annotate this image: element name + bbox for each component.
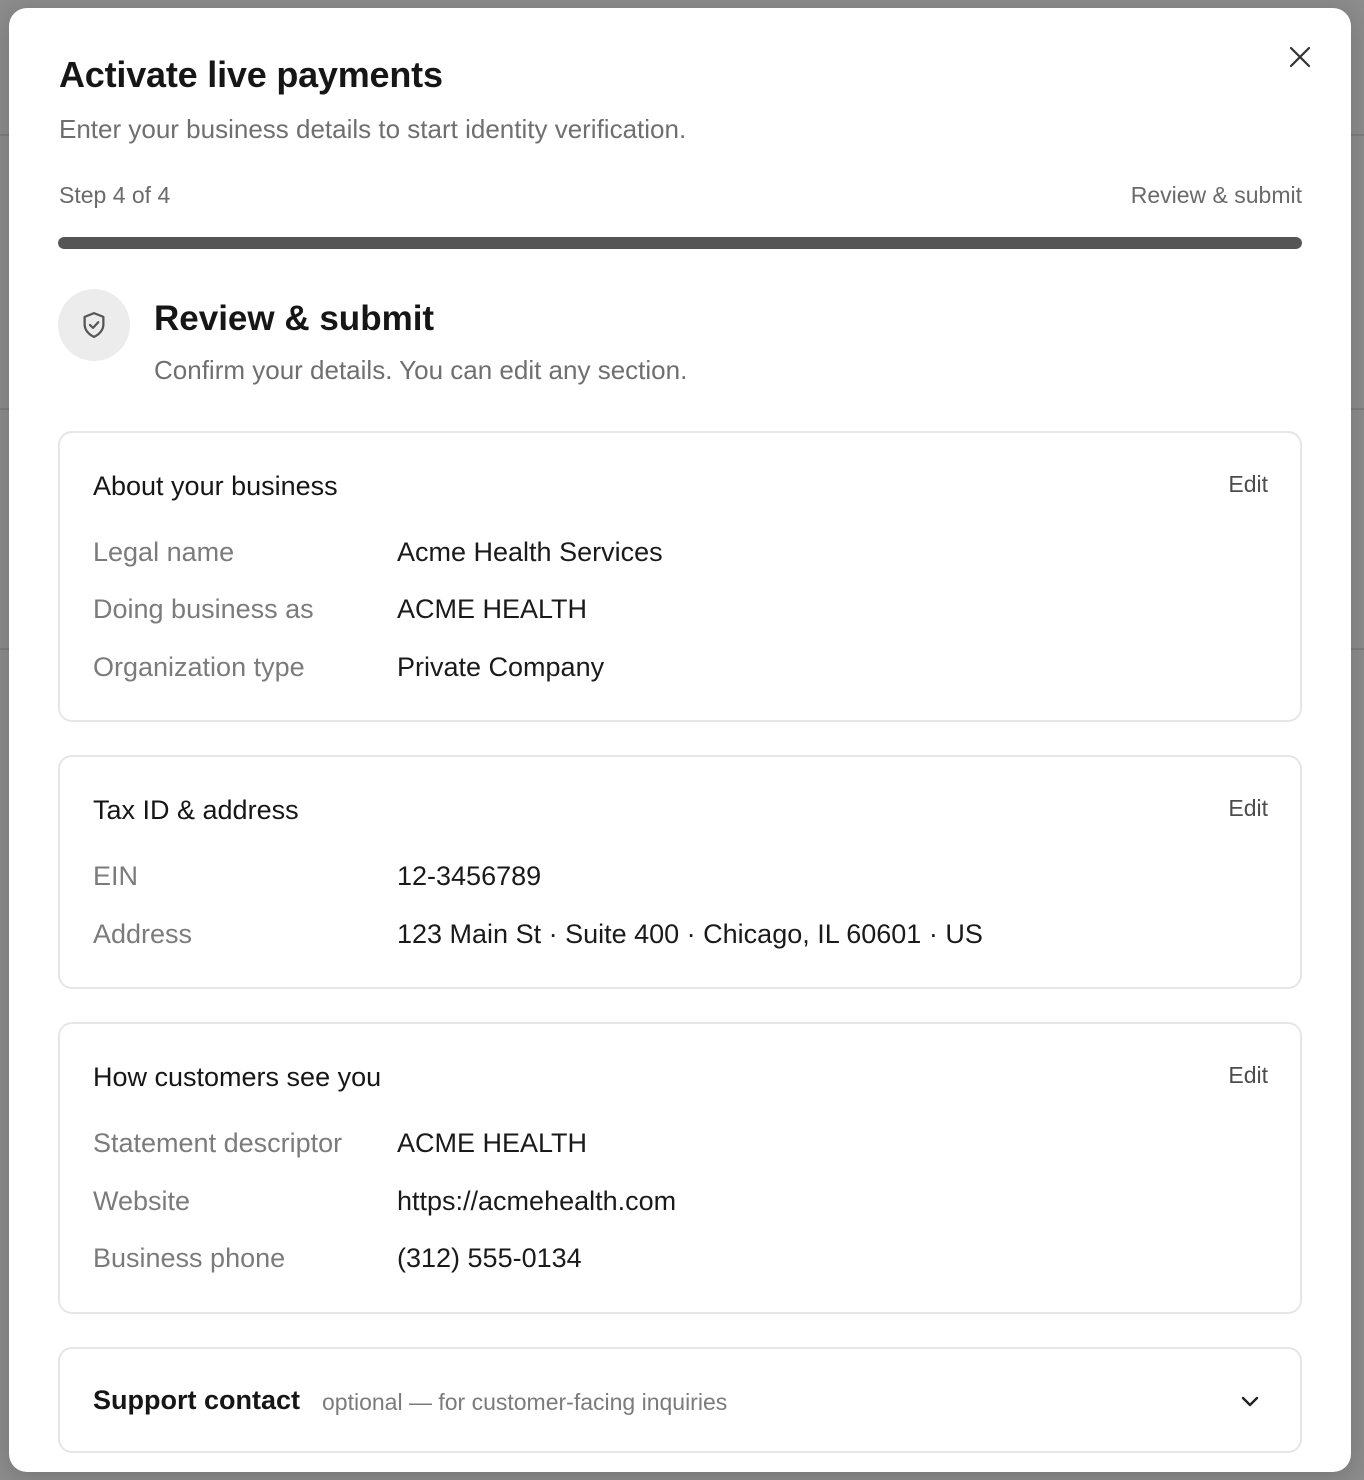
detail-label: Statement descriptor [93,1128,343,1158]
edit-customer-facing-button[interactable]: Edit [1228,1062,1268,1089]
section-title: Review & submit [154,299,435,338]
detail-value: 123 Main St · Suite 400 · Chicago, IL 60… [397,919,983,949]
detail-value: 12-3456789 [397,861,542,891]
expand-support-button[interactable] [1236,1387,1264,1415]
detail-value: (312) 555-0134 [397,1243,582,1273]
detail-label: Business phone [93,1243,286,1273]
activate-payments-dialog: Activate live payments Enter your busine… [9,8,1351,1472]
card-title: Support contact [93,1385,300,1415]
tax-address-card: Tax ID & address Edit EIN 12-3456789 Add… [58,755,1302,989]
detail-value: https://acmehealth.com [397,1186,677,1216]
detail-value: ACME HEALTH [397,1128,588,1158]
support-contact-card[interactable]: Support contact optional — for customer-… [58,1347,1302,1453]
progress-bar-fill [58,237,1302,249]
section-header: Review & submit Confirm your details. Yo… [58,289,1302,389]
dialog-subtitle: Enter your business details to start ide… [59,114,687,144]
step-name: Review & submit [1130,182,1302,208]
step-indicator: Step 4 of 4 Review & submit [59,182,1302,209]
detail-label: Doing business as [93,594,314,624]
dialog-title: Activate live payments [59,54,443,95]
shield-check-icon [83,312,105,338]
close-button[interactable] [1285,42,1315,72]
close-icon [1289,46,1311,68]
detail-value: Acme Health Services [397,537,663,567]
shield-icon-container [58,289,130,361]
detail-label: Legal name [93,537,235,567]
chevron-down-icon [1241,1396,1259,1407]
business-details-card: About your business Edit Legal name Acme… [58,431,1302,722]
detail-label: Website [93,1186,191,1216]
card-title: Tax ID & address [93,795,299,825]
progress-bar [58,237,1302,249]
detail-label: Organization type [93,652,305,682]
card-title: How customers see you [93,1062,382,1092]
detail-label: EIN [93,861,139,891]
edit-tax-button[interactable]: Edit [1228,795,1268,822]
detail-value: Private Company [397,652,605,682]
support-contact-hint: optional — for customer-facing inquiries [322,1389,728,1415]
card-title: About your business [93,471,338,501]
customer-facing-card: How customers see you Edit Statement des… [58,1022,1302,1314]
section-subtitle: Confirm your details. You can edit any s… [154,355,688,385]
step-count: Step 4 of 4 [59,182,171,208]
detail-label: Address [93,919,193,949]
edit-business-button[interactable]: Edit [1228,471,1268,498]
detail-value: ACME HEALTH [397,594,588,624]
